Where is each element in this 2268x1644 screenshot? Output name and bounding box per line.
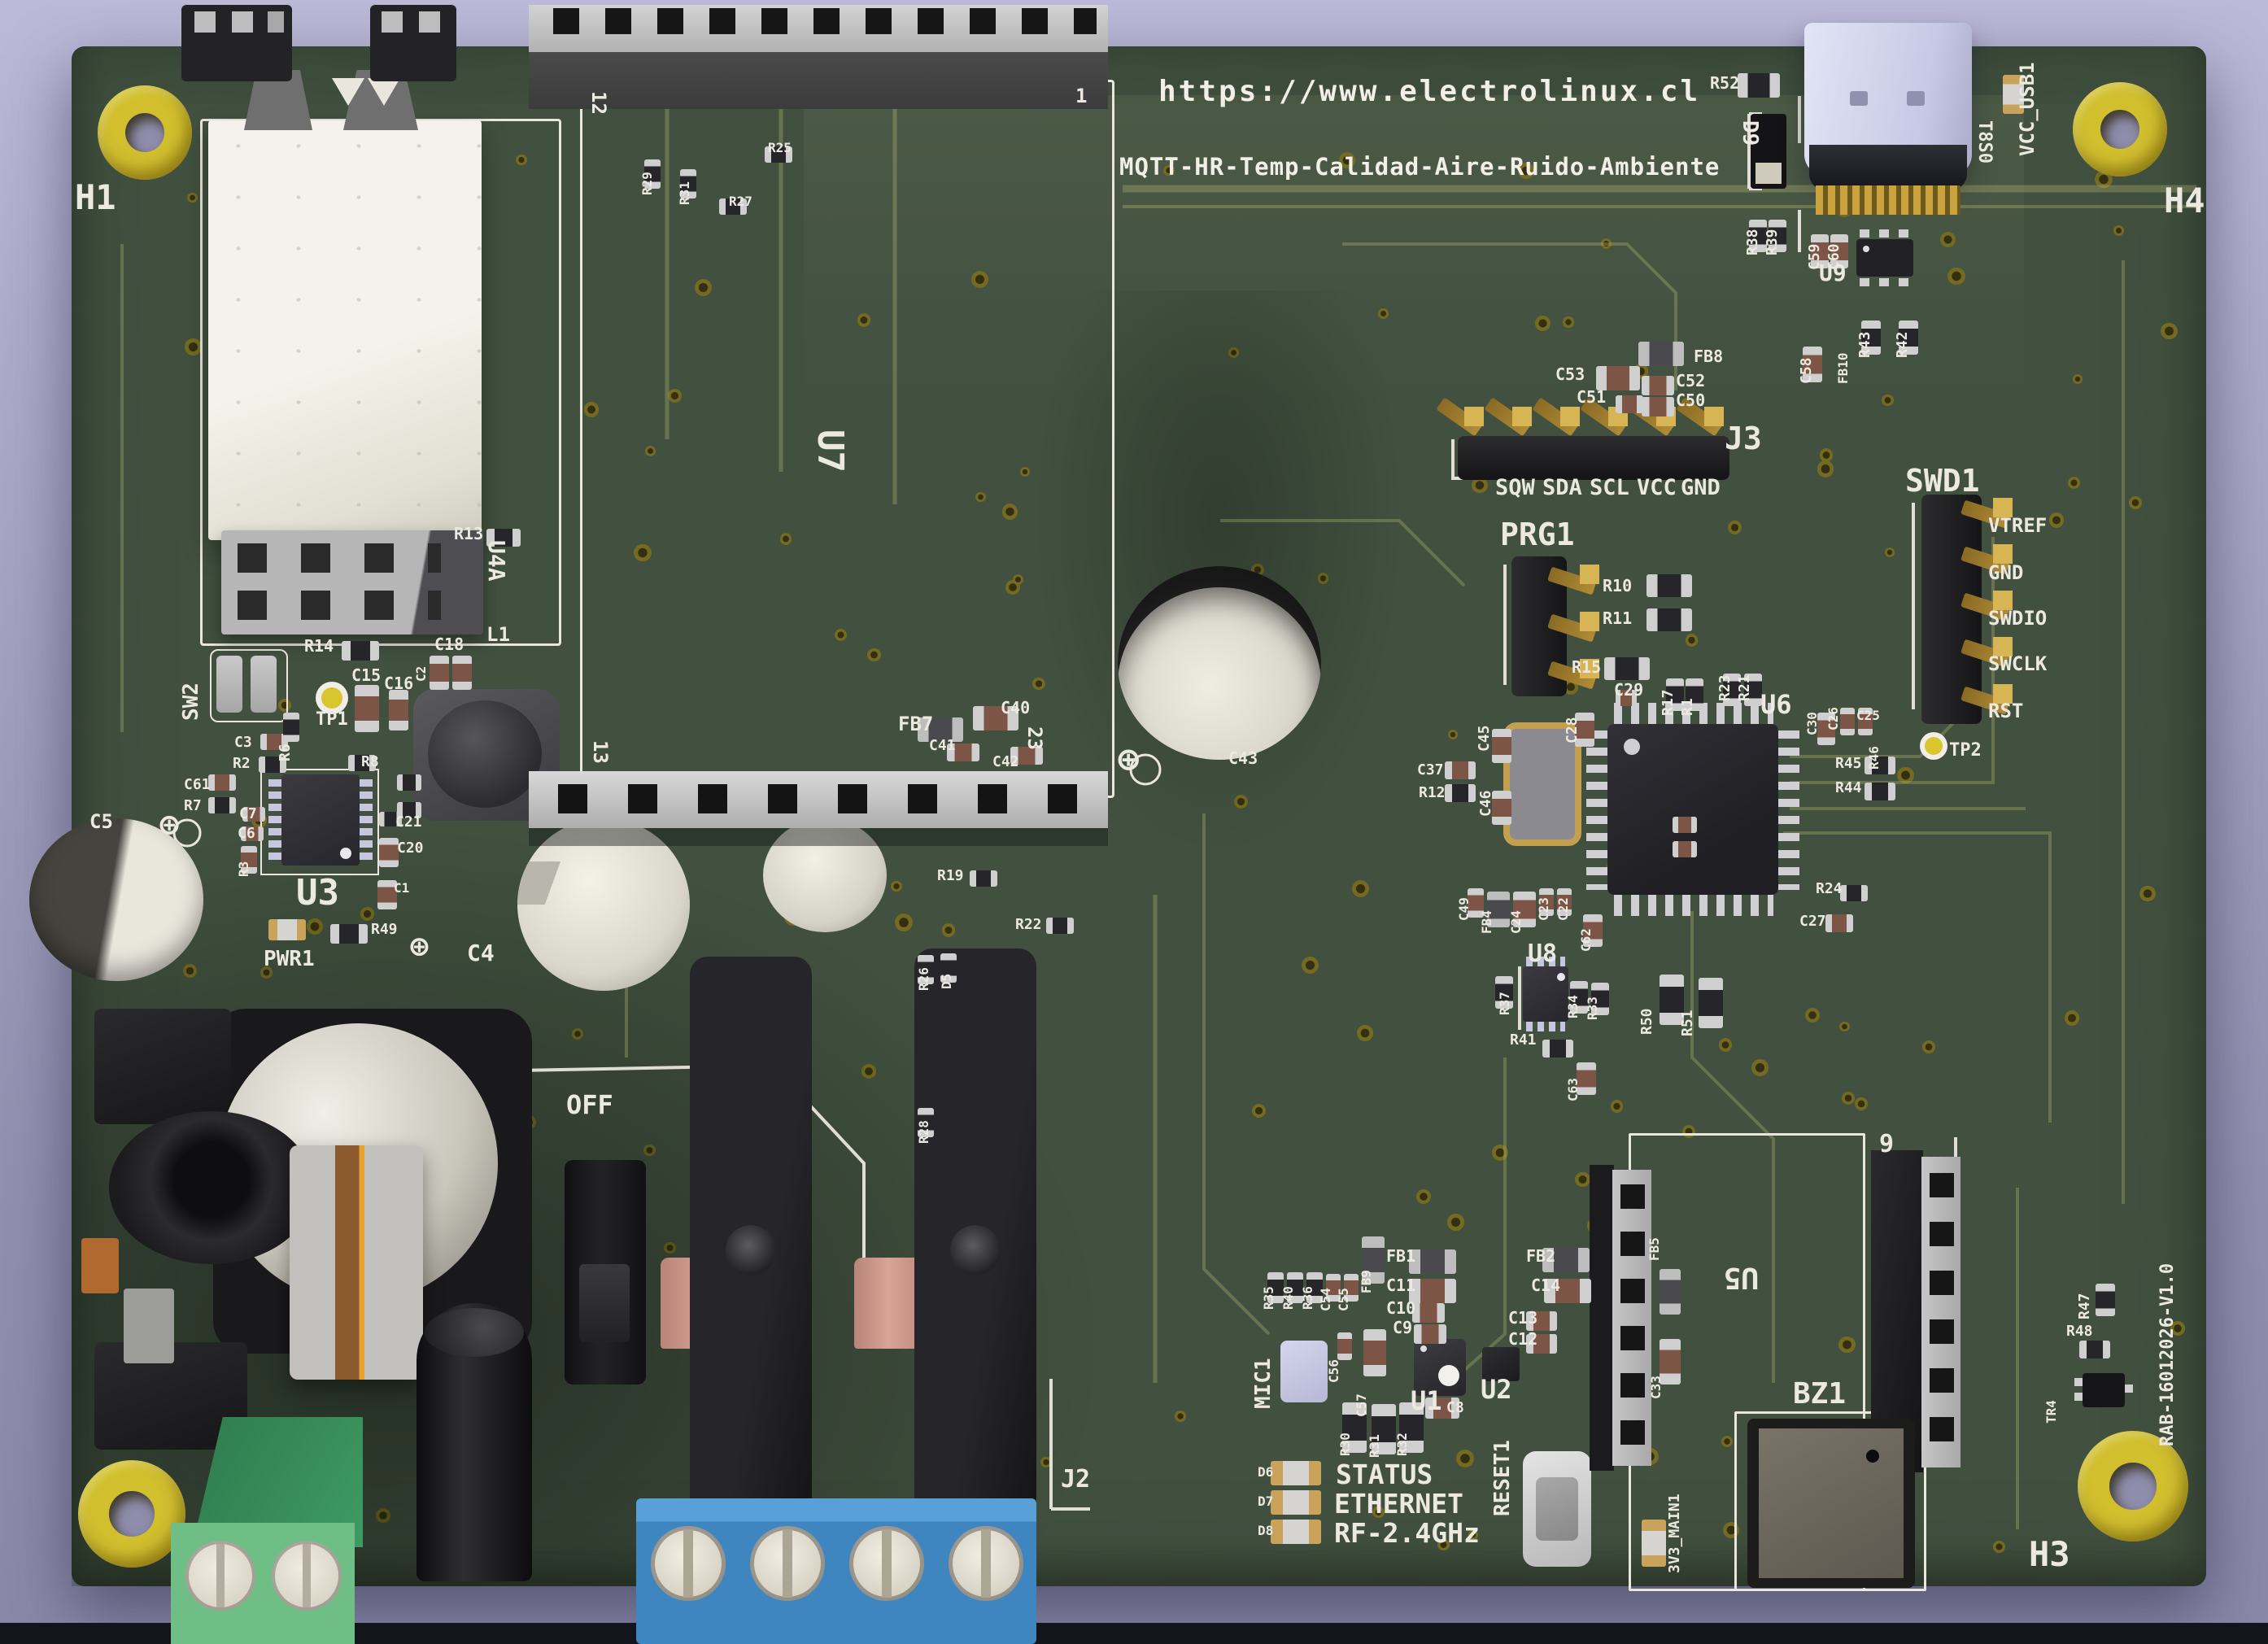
- power-switch: [565, 1160, 646, 1385]
- usb-c-connector: [1804, 23, 1972, 218]
- gold-pad: [1580, 565, 1599, 584]
- c5-capacitor: [29, 818, 203, 981]
- swd1-header: [1921, 495, 2024, 724]
- gold-pad: [1993, 684, 2013, 704]
- silk-arrow-b: [368, 78, 400, 106]
- bz1-buzzer: [1747, 1419, 1915, 1588]
- u1-sensor-chip: [1414, 1339, 1466, 1396]
- black-cylinder-capacitor: [417, 1303, 532, 1581]
- gold-pad: [1608, 407, 1628, 426]
- board-subtitle-text: MQTT-HR-Temp-Calidad-Aire-Ruido-Ambiente: [1119, 153, 1720, 181]
- relay-b: [914, 948, 1036, 1536]
- silk-arrow-a: [332, 78, 364, 106]
- 3d-viewer-viewport[interactable]: https://www.electrolinux.cl MQTT-HR-Temp…: [0, 0, 2268, 1644]
- board-url-text: https://www.electrolinux.cl: [1158, 75, 1700, 108]
- reset-button: [1523, 1451, 1591, 1567]
- gold-pad: [1993, 498, 2013, 517]
- top-left-connector-b: [370, 5, 456, 81]
- u7-top-pin-header: [529, 5, 1108, 109]
- mic1-microphone: [1280, 1341, 1328, 1402]
- c43-capacitor: [1118, 566, 1321, 760]
- gold-pad: [1580, 659, 1599, 678]
- u2-sensor-chip: [1482, 1347, 1520, 1381]
- gray-part: [124, 1289, 174, 1363]
- u5-header-left: [1590, 1165, 1653, 1471]
- gold-pad: [1560, 407, 1580, 426]
- u4a-socket: [221, 530, 483, 634]
- j2-terminal-block: [636, 1498, 1036, 1644]
- test-point-tp2: [1920, 732, 1947, 760]
- top-left-connector-a: [181, 5, 292, 81]
- heatsink-box-a: [94, 1009, 231, 1124]
- gold-pad: [1512, 407, 1532, 426]
- green-terminal-block: [159, 1417, 363, 1644]
- u9-chip: [1856, 239, 1913, 277]
- antenna-module: [208, 120, 482, 540]
- gold-pad: [1656, 407, 1676, 426]
- gold-pad: [1993, 544, 2013, 564]
- sw2-dip-switch: [216, 656, 278, 713]
- u8-chip: [1523, 957, 1568, 1031]
- tr4-transistor: [2083, 1373, 2125, 1407]
- test-point-tp1: [316, 682, 348, 714]
- gold-pad: [1580, 612, 1599, 631]
- crystal-y1: [1503, 722, 1581, 846]
- gold-pad: [1464, 407, 1484, 426]
- mounting-hole-h4: [2073, 82, 2167, 177]
- orange-part: [81, 1238, 119, 1293]
- toroid-inductor: [109, 1111, 314, 1264]
- gold-pad: [1993, 591, 2013, 610]
- gold-pad: [1704, 407, 1724, 426]
- relay-a: [690, 957, 812, 1536]
- u7-bottom-pin-header: [529, 771, 1108, 846]
- u3-chip: [268, 774, 373, 866]
- fuse-holder: [290, 1145, 423, 1380]
- j3-header: [1458, 407, 1729, 480]
- gold-pad: [1993, 637, 2013, 656]
- module-outline-u7: [580, 80, 1114, 798]
- mounting-hole-h3: [2078, 1431, 2188, 1542]
- d9-diode: [1751, 114, 1786, 189]
- u6-mcu-qfp: [1585, 701, 1801, 918]
- prg1-header: [1511, 556, 1609, 696]
- mounting-hole-h1: [98, 85, 192, 180]
